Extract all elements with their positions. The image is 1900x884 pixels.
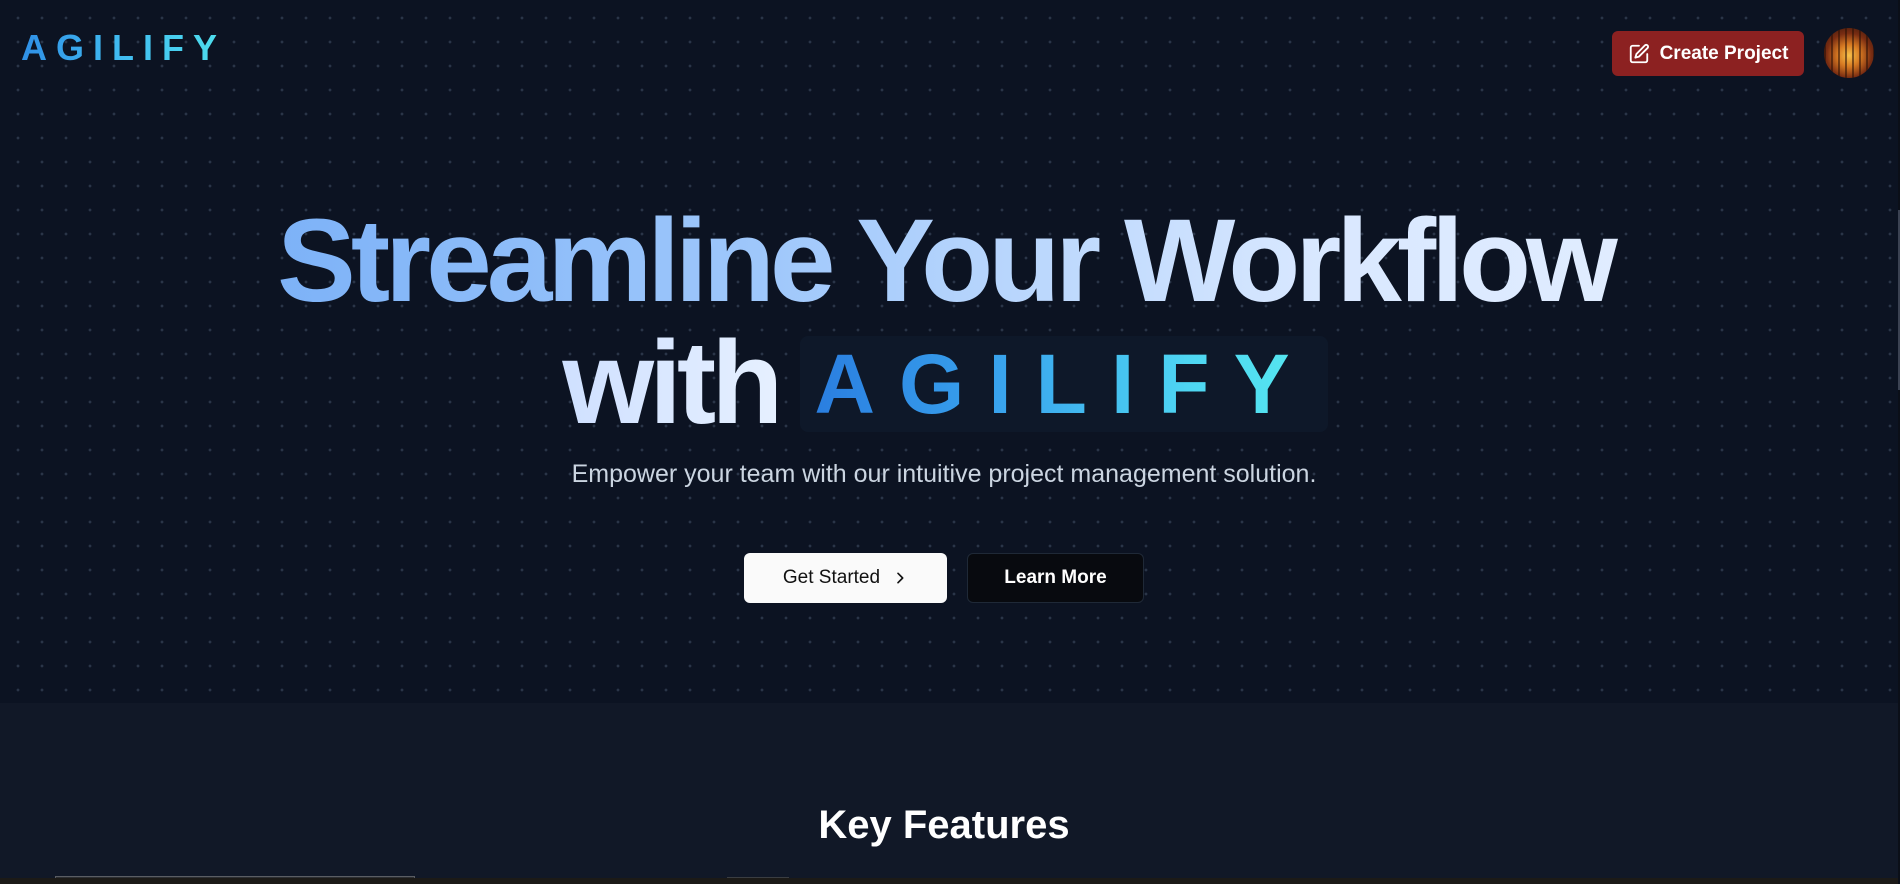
headline-line-2: with AGILIFY	[0, 322, 1890, 444]
headline-with: with	[562, 317, 783, 449]
bottom-strip	[0, 878, 1898, 884]
create-project-button[interactable]: Create Project	[1612, 31, 1804, 76]
headline-brand-badge: AGILIFY	[800, 336, 1328, 432]
features-section: Key Features	[0, 703, 1898, 884]
get-started-label: Get Started	[782, 567, 881, 588]
page: AGILIFY Create Project Streamline Your W…	[0, 0, 1900, 884]
get-started-button[interactable]: Get Started	[744, 553, 947, 603]
headline-brand-text: AGILIFY	[814, 337, 1314, 431]
hero-subtitle: Empower your team with our intuitive pro…	[571, 460, 1317, 488]
create-project-label: Create Project	[1659, 42, 1789, 64]
user-avatar[interactable]	[1824, 28, 1874, 78]
learn-more-button[interactable]: Learn More	[967, 553, 1144, 603]
hero-headline: Streamline Your Workflow with AGILIFY	[0, 200, 1890, 444]
chevron-right-icon	[897, 572, 904, 584]
features-title: Key Features	[818, 803, 1070, 847]
headline-line-1: Streamline Your Workflow	[0, 200, 1890, 322]
logo[interactable]: AGILIFY	[21, 27, 226, 69]
learn-more-label: Learn More	[1004, 567, 1107, 588]
edit-square-icon	[1629, 43, 1649, 63]
hero-section: AGILIFY Create Project Streamline Your W…	[0, 0, 1898, 703]
